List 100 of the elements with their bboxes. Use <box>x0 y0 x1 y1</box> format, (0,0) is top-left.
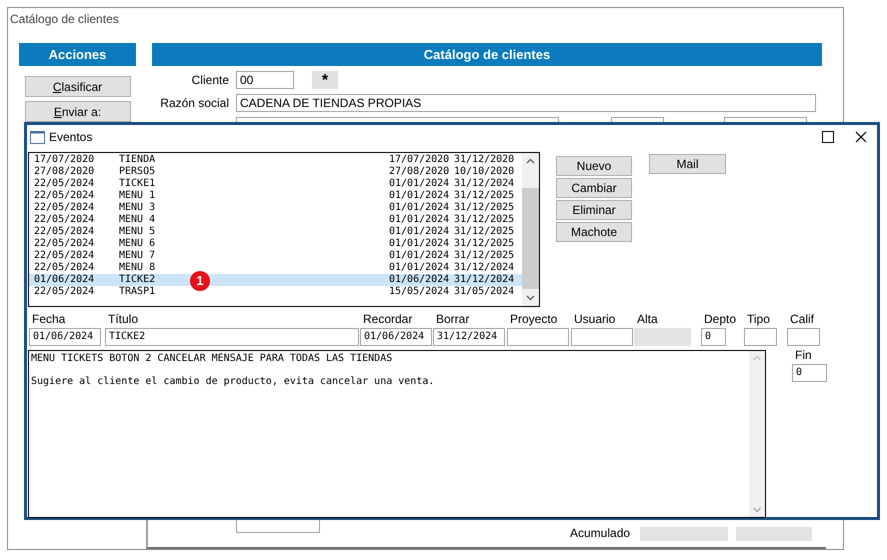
notes-text: Sugiere al cliente el cambio de producto, evita cancelar una venta. <box>31 376 434 388</box>
input-field[interactable] <box>787 328 820 346</box>
table-cell: MENU 6 <box>119 238 156 250</box>
table-cell: 31/12/2024 <box>454 262 514 274</box>
action-button[interactable]: Eliminar <box>556 200 632 220</box>
table-cell-text: 22/05/2024 <box>34 286 96 298</box>
input-field[interactable] <box>571 328 633 346</box>
table-cell-text: 01/01/2024 <box>389 202 450 214</box>
notes-field[interactable]: MENU TICKETS BOTON 2 CANCELAR MENSAJE PARA TODAS LAS TIENDAS Sugiere al cliente el cambio de producto, evita cancelar una venta. <box>28 350 766 518</box>
table-cell: MENU 3 <box>119 202 156 214</box>
field-label: Calif <box>789 312 816 326</box>
table-cell: PERSO5 <box>119 166 156 178</box>
table-cell-text: 22/05/2024 <box>34 190 96 202</box>
table-cell: MENU 1 <box>119 190 156 202</box>
table-cell-text: 17/07/2020 <box>389 154 450 166</box>
table-cell-text: 01/01/2024 <box>389 238 450 250</box>
list-row[interactable]: 22/05/2024 MENU 3 01/01/2024 31/12/2025 <box>29 202 522 214</box>
table-cell-text: 22/05/2024 <box>34 226 96 238</box>
table-cell-text: 01/01/2024 <box>389 214 450 226</box>
table-cell: 31/12/2025 <box>454 190 514 202</box>
field-label: Fin <box>794 348 813 362</box>
list-row[interactable]: 22/05/2024 MENU 1 01/01/2024 31/12/2025 <box>29 190 522 202</box>
table-cell: TICKE1 <box>119 178 156 190</box>
table-cell-text: 01/01/2024 <box>389 226 450 238</box>
field-label: Tipo <box>746 312 771 326</box>
table-cell-text: 27/08/2020 <box>34 166 96 178</box>
input-field[interactable] <box>236 519 320 533</box>
input-field[interactable]: TICKE2 <box>105 328 359 346</box>
table-cell: 31/12/2024 <box>454 178 514 190</box>
window-title: Catálogo de clientes <box>9 11 120 28</box>
table-cell: 31/12/2025 <box>454 226 514 238</box>
table-cell: MENU 7 <box>119 250 156 262</box>
table-cell: MENU 8 <box>119 262 156 274</box>
table-cell: 10/10/2020 <box>454 166 514 178</box>
table-cell-text: 22/05/2024 <box>34 238 96 250</box>
list-row[interactable]: 22/05/2024 MENU 4 01/01/2024 31/12/2025 <box>29 214 522 226</box>
table-cell-text: 17/07/2020 <box>34 154 96 166</box>
table-cell-text: 22/05/2024 <box>34 178 96 190</box>
table-cell-text: 01/01/2024 <box>389 178 450 190</box>
readonly-field <box>634 328 691 346</box>
table-cell: TICKE2 <box>119 274 156 286</box>
list-row[interactable]: 27/08/2020 PERSO5 27/08/2020 10/10/2020 <box>29 166 522 178</box>
field-label: Alta <box>636 312 659 326</box>
field-label: Razón social <box>159 96 229 110</box>
window-icon <box>30 130 45 144</box>
table-cell-text: 22/05/2024 <box>34 202 96 214</box>
action-button[interactable]: Machote <box>556 222 632 242</box>
field-label: Recordar <box>362 312 414 326</box>
list-row[interactable]: 22/05/2024 MENU 8 01/01/2024 31/12/2024 <box>29 262 522 274</box>
close-icon[interactable] <box>855 131 867 143</box>
input-field[interactable]: 0 <box>701 328 726 346</box>
table-cell: 31/12/2025 <box>454 214 514 226</box>
star-button[interactable]: * <box>312 70 338 88</box>
mail-button[interactable]: Mail <box>649 154 726 174</box>
table-cell-text: 01/01/2024 <box>389 190 450 202</box>
table-cell: TRASP1 <box>119 286 156 298</box>
table-cell: 31/12/2025 <box>454 238 514 250</box>
input-field[interactable] <box>744 328 777 346</box>
actions-header: Acciones <box>19 43 136 66</box>
list-row[interactable]: 22/05/2024 MENU 7 01/01/2024 31/12/2025 <box>29 250 522 262</box>
scrollbar[interactable] <box>522 153 539 306</box>
maximize-icon[interactable] <box>822 131 834 143</box>
list-row[interactable]: 22/05/2024 MENU 5 01/01/2024 31/12/2025 <box>29 226 522 238</box>
table-cell-text: 22/05/2024 <box>34 250 96 262</box>
field-label: Depto <box>703 312 734 326</box>
field-label: Usuario <box>573 312 616 326</box>
notes-text: MENU TICKETS BOTON 2 CANCELAR MENSAJE PARA TODAS LAS TIENDAS <box>31 353 392 364</box>
table-cell: 31/05/2024 <box>454 286 514 298</box>
panel-header: Catálogo de clientes <box>152 43 822 66</box>
list-row[interactable]: 22/05/2024 MENU 6 01/01/2024 31/12/2025 <box>29 238 522 250</box>
table-cell: 31/12/2024 <box>454 274 514 286</box>
table-cell: MENU 4 <box>119 214 156 226</box>
table-cell-text: 01/01/2024 <box>389 262 450 274</box>
action-button[interactable]: Cambiar <box>556 178 632 198</box>
table-cell-text: 01/01/2024 <box>389 250 450 262</box>
action-button[interactable]: Enviar a: <box>24 101 130 122</box>
table-cell-text: 22/05/2024 <box>34 262 96 274</box>
list-row[interactable]: 17/07/2020 TIENDA 17/07/2020 31/12/2020 <box>29 154 522 166</box>
table-cell-text: 22/05/2024 <box>34 214 96 226</box>
input-field[interactable]: 31/12/2024 <box>433 328 505 346</box>
field-label: Proyecto <box>509 312 558 326</box>
field-label: Título <box>107 312 140 326</box>
input-field[interactable]: 01/06/2024 <box>29 328 101 346</box>
table-cell: 31/12/2020 <box>454 154 514 166</box>
table-cell: 31/12/2025 <box>454 202 514 214</box>
input-field[interactable] <box>507 328 569 346</box>
input-field[interactable]: 01/06/2024 <box>360 328 432 346</box>
input-field[interactable]: 00 <box>236 70 294 88</box>
table-cell-text: 27/08/2020 <box>389 166 450 178</box>
field-label: Cliente <box>190 72 229 86</box>
table-cell: 31/12/2025 <box>454 250 514 262</box>
table-cell-text: 01/06/2024 <box>34 274 96 286</box>
action-button[interactable]: Nuevo <box>556 156 632 176</box>
input-field[interactable]: 0 <box>792 364 827 382</box>
list-row[interactable]: 22/05/2024 TICKE1 01/01/2024 31/12/2024 <box>29 178 522 190</box>
action-button[interactable]: Clasificar <box>24 76 130 97</box>
table-cell-text: 01/06/2024 <box>389 274 450 286</box>
input-field[interactable]: CADENA DE TIENDAS PROPIAS <box>236 94 816 112</box>
field-label: Fecha <box>31 312 66 326</box>
field-label: Borrar <box>435 312 470 326</box>
